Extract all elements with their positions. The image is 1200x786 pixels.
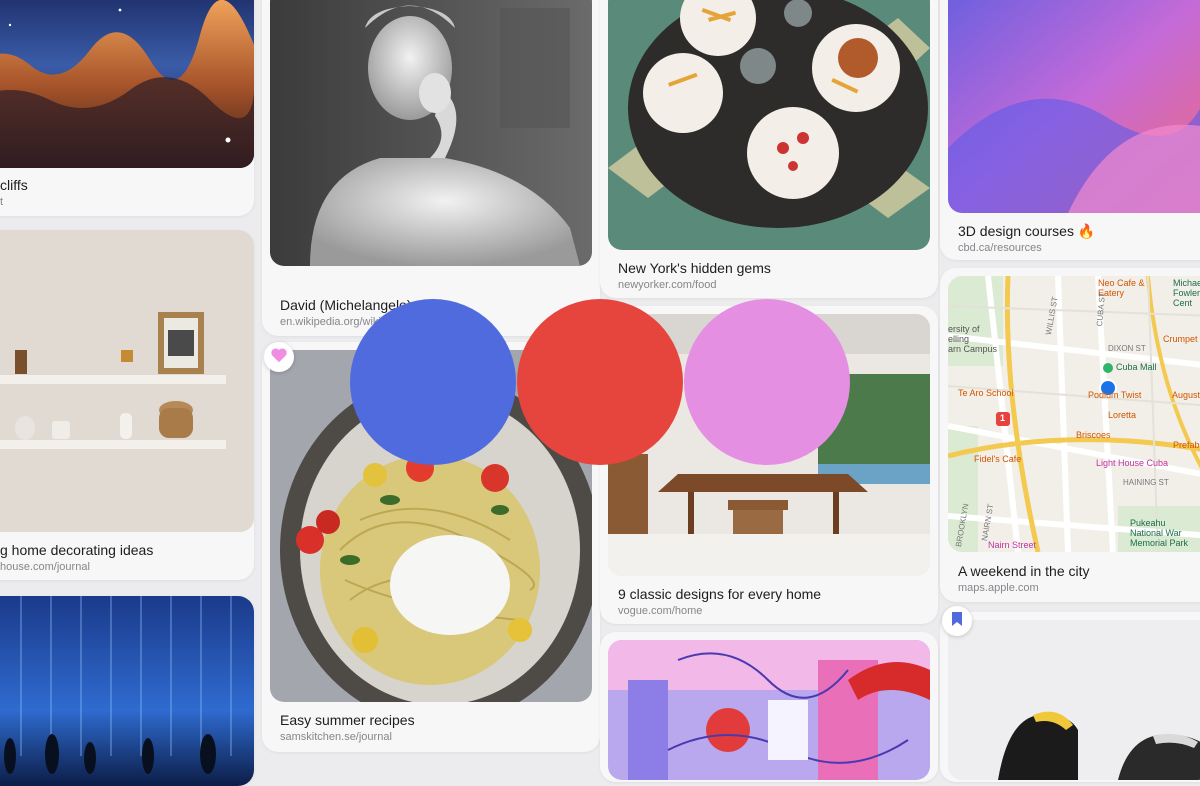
map-label-national-war: National War	[1130, 528, 1182, 538]
map-label-fowler-centre: Fowler Cent	[1173, 288, 1200, 308]
bookmark-button[interactable]	[942, 606, 972, 636]
pin-source: house.com/journal	[0, 561, 90, 573]
pink-circle	[684, 299, 850, 465]
pin-source: cbd.ca/resources	[958, 242, 1042, 254]
map-label-neo-cafe: Neo Cafe &	[1098, 278, 1145, 288]
heart-button[interactable]	[264, 342, 294, 372]
pin-image-sneakers	[948, 620, 1200, 780]
map-label-haining-st: HAINING ST	[1123, 478, 1169, 487]
pin-source: en.wikipedia.org/wiki	[280, 316, 381, 328]
map-label-light-house-cuba: Light House Cuba	[1096, 458, 1169, 468]
map-label-memorial-park: Memorial Park	[1130, 538, 1189, 548]
map-label-university: ersity of	[948, 324, 980, 334]
map-label-august: August E	[1172, 390, 1200, 400]
map-label-loretta: Loretta	[1108, 410, 1137, 420]
pin-title: 3D design courses 🔥	[958, 223, 1096, 239]
pin-source: vogue.com/home	[618, 605, 703, 617]
map-label-pukeahu: Pukeahu	[1130, 518, 1166, 528]
pin-image-shelves	[0, 230, 254, 532]
pin-title: cliffs	[0, 177, 28, 193]
blue-circle	[350, 299, 516, 465]
pin-card-3d-design[interactable]: 3D design courses 🔥 cbd.ca/resources	[940, 0, 1200, 260]
pin-source: samskitchen.se/journal	[280, 731, 392, 743]
pin-source: t	[0, 196, 4, 208]
pin-card-cliffs[interactable]: cliffs t	[0, 0, 254, 216]
pin-card-illustration[interactable]	[600, 632, 938, 782]
pin-title: Easy summer recipes	[280, 712, 415, 728]
map-label-fidels-cafe: Fidel's Cafe	[974, 454, 1022, 464]
pin-card-david[interactable]: David (Michelangelo) en.wikipedia.org/wi…	[262, 0, 600, 336]
pin-image-map[interactable]: Neo Cafe & Eatery Michael Fowler Cent er…	[948, 276, 1200, 552]
pin-title: 9 classic designs for every home	[618, 586, 822, 602]
map-label-te-aro-school: Te Aro School	[958, 388, 1014, 398]
pin-image-david-statue	[270, 0, 592, 266]
pin-title: New York's hidden gems	[618, 260, 771, 276]
map-label-cuba-mall: Cuba Mall	[1116, 362, 1157, 372]
map-label-prefab: Prefab	[1173, 440, 1200, 450]
bookmark-icon	[951, 611, 963, 632]
pin-image-illustrated-city	[608, 640, 930, 780]
pin-title: g home decorating ideas	[0, 542, 154, 558]
map-label-nairn-street: Nairn Street	[988, 540, 1037, 550]
map-road-badge: 1	[1000, 413, 1006, 423]
map-label-michael-fowler: Michael	[1173, 278, 1200, 288]
pin-card-new-york[interactable]: New York's hidden gems newyorker.com/foo…	[600, 0, 938, 298]
pin-image-light-forest	[0, 596, 254, 786]
red-circle	[517, 299, 683, 465]
pin-card-weekend-city[interactable]: Neo Cafe & Eatery Michael Fowler Cent er…	[940, 268, 1200, 602]
heart-icon	[270, 347, 288, 368]
map-label-podium-twist: Podium Twist	[1088, 390, 1142, 400]
pin-card-light-installation[interactable]	[0, 596, 254, 786]
map-label-campus: arn Campus	[948, 344, 998, 354]
map-label-crumpet: Crumpet	[1163, 334, 1198, 344]
pin-title: A weekend in the city	[958, 563, 1090, 579]
pin-image-dining-table	[608, 0, 930, 250]
pin-image-gradient-3d	[948, 0, 1200, 213]
pin-source: maps.apple.com	[958, 582, 1039, 594]
pin-source: newyorker.com/food	[618, 279, 717, 291]
pin-card-sneakers[interactable]	[940, 612, 1200, 782]
pin-card-home-decorating[interactable]: g home decorating ideas house.com/journa…	[0, 230, 254, 580]
map-label-dixon-st: DIXON ST	[1108, 344, 1146, 353]
map-label-briscoes: Briscoes	[1076, 430, 1111, 440]
pin-image-cosmic-cliffs	[0, 0, 254, 168]
map-label-welling: elling	[948, 334, 970, 344]
